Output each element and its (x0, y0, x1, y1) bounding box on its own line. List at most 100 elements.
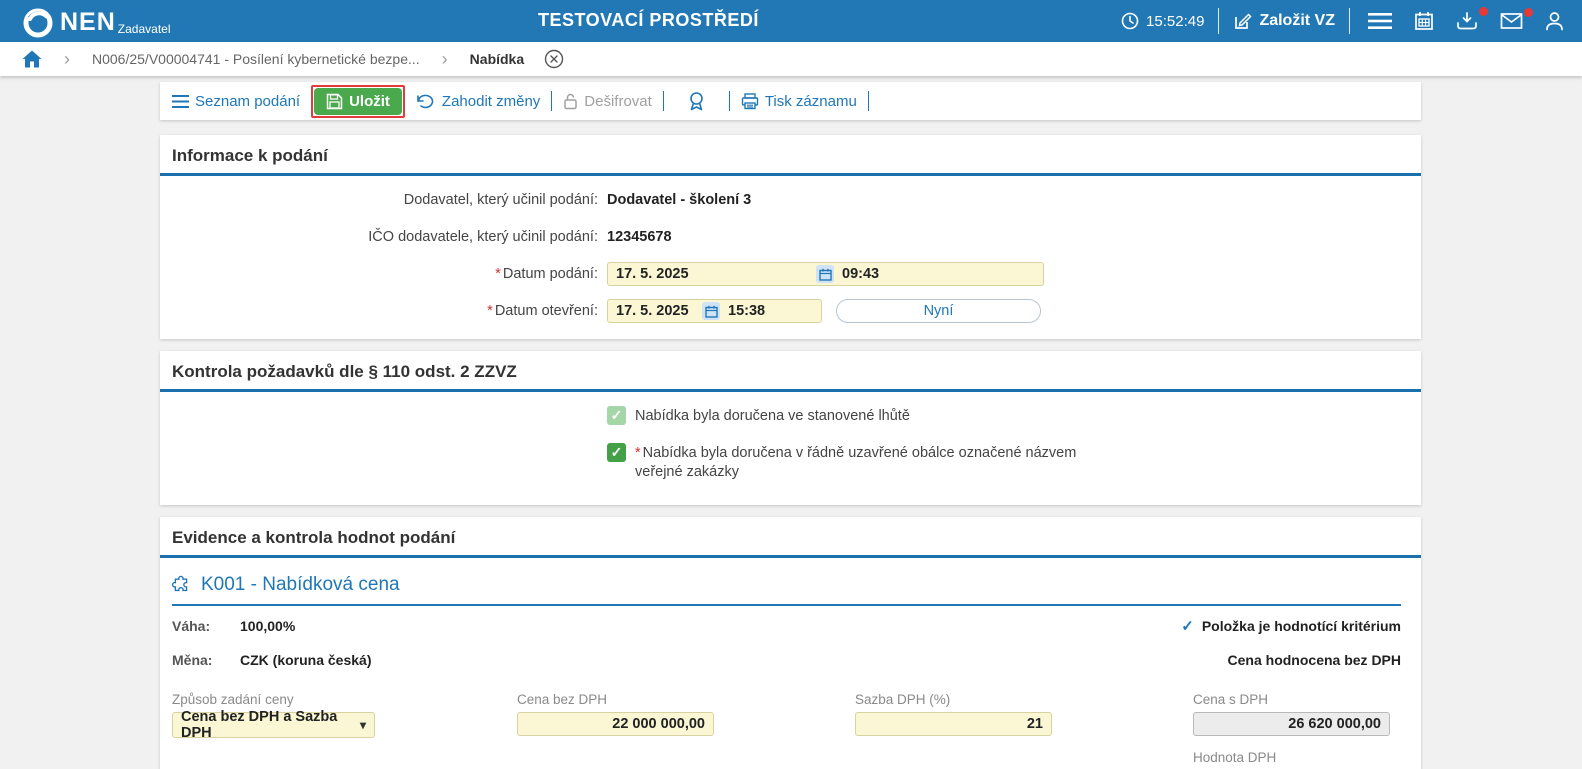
required-marker: * (495, 266, 501, 282)
vat-evaluation-flag: Cena hodnocena bez DPH (1228, 652, 1401, 668)
main-menu-button[interactable] (1364, 12, 1396, 30)
price-mode-selected: Cena bez DPH a Sazba DPH (181, 709, 360, 741)
section-title: Evidence a kontrola hodnot podání (160, 517, 1421, 555)
price-gross-label: Cena s DPH (1193, 692, 1390, 707)
top-header-bar: NEN Zadavatel TESTOVACÍ PROSTŘEDÍ 15:52:… (0, 0, 1582, 42)
divider (1218, 8, 1219, 34)
edit-icon (1233, 12, 1252, 31)
submit-date-value[interactable]: 17. 5. 2025 (616, 266, 808, 282)
requirements-check-section: Kontrola požadavků dle § 110 odst. 2 ZZV… (160, 351, 1421, 505)
supplier-value: Dodavatel - školení 3 (607, 192, 751, 208)
download-icon (1456, 11, 1478, 31)
hamburger-icon (1368, 12, 1392, 30)
submit-datetime-field[interactable]: 17. 5. 2025 09:43 (607, 262, 1044, 286)
now-button[interactable]: Nyní (836, 299, 1041, 323)
datepicker-button[interactable] (702, 302, 720, 320)
criterion-flag-label: Položka je hodnotící kritérium (1202, 618, 1401, 634)
open-datetime-field[interactable]: 17. 5. 2025 15:38 (607, 299, 822, 323)
unlock-icon (563, 93, 578, 110)
submit-time-value[interactable]: 09:43 (842, 266, 879, 282)
criterion-rule (172, 604, 1401, 606)
price-net-input[interactable] (517, 712, 714, 736)
discard-changes-label: Zahodit změny (442, 93, 540, 110)
section-title: Informace k podání (160, 135, 1421, 173)
toolbar-divider (551, 91, 552, 111)
calendar-small-icon (819, 268, 832, 281)
messages-button[interactable] (1496, 12, 1527, 30)
criterion-header: K001 - Nabídková cena (172, 558, 1401, 604)
submission-list-button[interactable]: Seznam podání (172, 93, 300, 110)
puzzle-icon (172, 575, 192, 595)
submit-date-label: *Datum podání: (160, 266, 598, 282)
breadcrumb-item-current: Nabídka (470, 51, 524, 67)
calendar-button[interactable] (1410, 11, 1438, 31)
price-net-label: Cena bez DPH (517, 692, 714, 707)
checkbox-delivered-on-time-label: Nabídka byla doručena ve stanovené lhůtě (635, 406, 910, 427)
printer-icon (741, 93, 759, 110)
price-mode-select[interactable]: Cena bez DPH a Sazba DPH ▾ (172, 712, 375, 738)
close-tab-button[interactable] (544, 49, 564, 69)
checkbox-delivered-on-time: ✓ (607, 406, 626, 425)
nen-logo-icon (22, 7, 54, 39)
person-icon (1545, 11, 1564, 31)
app-logo[interactable]: NEN Zadavatel (22, 3, 171, 39)
award-ribbon-icon (687, 91, 706, 112)
decrypt-button: Dešifrovat (563, 93, 652, 110)
save-button[interactable]: Uložit (314, 88, 402, 115)
price-gross-input (1193, 712, 1390, 736)
open-time-value[interactable]: 15:38 (728, 303, 765, 319)
open-date-label: *Datum otevření: (160, 303, 598, 319)
supplier-label: Dodavatel, který učinil podání: (160, 192, 598, 208)
vat-rate-label: Sazba DPH (%) (855, 692, 1052, 707)
calendar-icon (1414, 11, 1434, 31)
submission-list-label: Seznam podání (195, 93, 300, 110)
weight-value: 100,00% (240, 618, 295, 634)
floppy-icon (326, 93, 343, 110)
calendar-small-icon (705, 305, 718, 318)
vat-rate-input[interactable] (855, 712, 1052, 736)
brand-subtitle: Zadavatel (118, 22, 171, 36)
ico-label: IČO dodavatele, který učinil podání: (160, 229, 598, 245)
toolbar-divider (729, 91, 730, 111)
weight-label: Váha: (172, 618, 240, 634)
checkbox-sealed-envelope[interactable]: ✓ (607, 443, 626, 462)
record-toolbar: Seznam podání Uložit Zahodit změny (160, 82, 1421, 120)
user-profile-button[interactable] (1541, 11, 1568, 31)
create-vz-label: Založit VZ (1259, 12, 1335, 30)
environment-title: TESTOVACÍ PROSTŘEDÍ (538, 10, 759, 31)
close-circle-icon (544, 49, 564, 69)
breadcrumb: › N006/25/V00004741 - Posílení kyberneti… (0, 42, 1582, 76)
current-time: 15:52:49 (1146, 13, 1204, 30)
breadcrumb-separator: › (64, 50, 70, 68)
datepicker-button[interactable] (816, 265, 834, 283)
toolbar-divider (663, 91, 664, 111)
home-icon (22, 50, 42, 68)
criterion-title: K001 - Nabídková cena (201, 574, 400, 596)
print-record-label: Tisk záznamu (765, 93, 857, 110)
list-icon (172, 95, 189, 108)
brand-name: NEN (60, 7, 116, 37)
checkbox-sealed-envelope-label: *Nabídka byla doručena v řádně uzavřené … (635, 443, 1085, 483)
clock-display: 15:52:49 (1121, 12, 1204, 30)
page-background: Seznam podání Uložit Zahodit změny (0, 76, 1582, 769)
divider (1349, 8, 1350, 34)
chevron-down-icon: ▾ (360, 718, 366, 732)
breadcrumb-item-procurement[interactable]: N006/25/V00004741 - Posílení kybernetick… (92, 51, 420, 67)
open-date-value[interactable]: 17. 5. 2025 (616, 303, 694, 319)
values-section: Evidence a kontrola hodnot podání K001 -… (160, 517, 1421, 769)
currency-value: CZK (koruna česká) (240, 652, 371, 668)
certificate-button[interactable] (675, 91, 718, 112)
submission-info-section: Informace k podání Dodavatel, který učin… (160, 135, 1421, 339)
price-mode-label: Způsob zadání ceny (172, 692, 375, 707)
print-record-button[interactable]: Tisk záznamu (741, 93, 857, 110)
save-button-highlight: Uložit (311, 85, 405, 118)
required-marker: * (635, 445, 641, 461)
decrypt-label: Dešifrovat (584, 93, 652, 110)
discard-changes-button[interactable]: Zahodit změny (416, 93, 540, 110)
downloads-button[interactable] (1452, 11, 1482, 31)
vat-amount-label: Hodnota DPH (1193, 750, 1390, 765)
home-button[interactable] (22, 50, 42, 68)
mail-notification-badge (1524, 8, 1533, 17)
create-vz-button[interactable]: Založit VZ (1233, 12, 1335, 31)
required-marker: * (487, 303, 493, 319)
